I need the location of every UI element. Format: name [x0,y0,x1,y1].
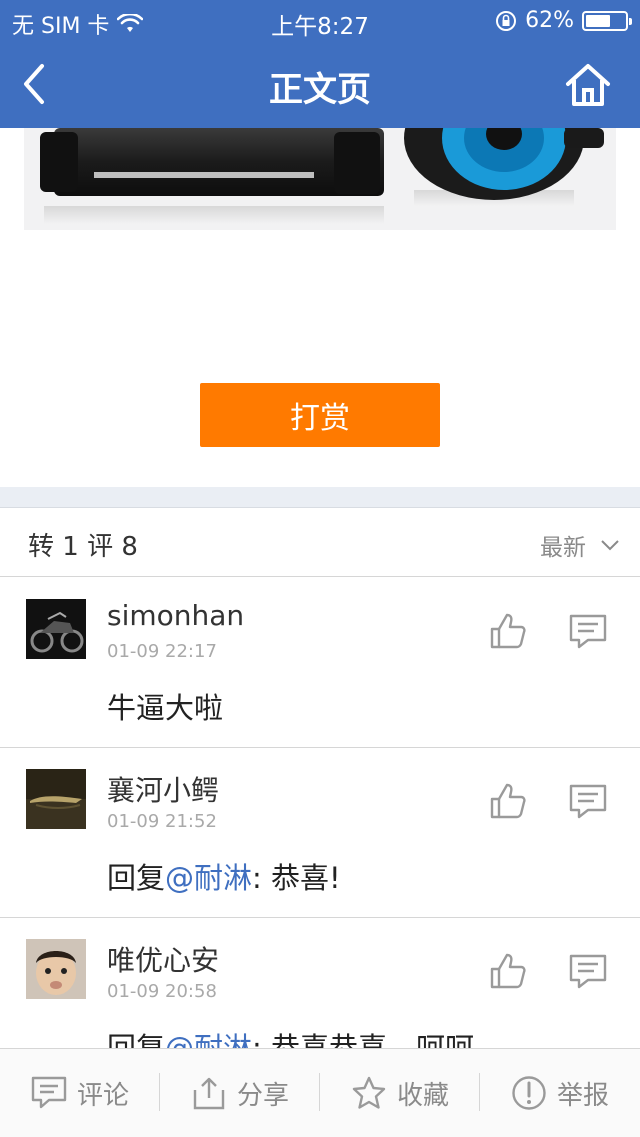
repost-comment-counts: 转 1 评 8 [28,532,138,562]
avatar[interactable] [26,769,86,829]
comment-username[interactable]: 襄河小鳄 [107,769,219,809]
comment-icon [31,1076,67,1109]
comment-button[interactable]: 评论 [0,1049,160,1137]
status-right: 62% [495,8,632,33]
avatar[interactable] [26,939,86,999]
comment-reply-icon[interactable] [568,613,608,651]
comment-prefix: 回复 [107,861,166,895]
sort-dropdown[interactable]: 最新 [540,528,620,562]
product-image [24,128,616,230]
battery-fill [586,14,610,27]
share-icon [193,1077,225,1110]
chevron-down-icon [601,540,619,551]
section-divider [0,487,640,508]
comment-content: 牛逼大啦 [107,691,224,725]
thumbs-up-icon[interactable] [488,951,528,991]
reward-button[interactable]: 打赏 [200,383,440,447]
comment-date: 01-09 20:58 [107,981,217,1002]
battery-percent: 62% [525,8,574,33]
comment-mention[interactable]: @耐淋 [165,861,252,895]
comment-text: 牛逼大啦 [107,685,223,727]
comment-date: 01-09 21:52 [107,811,217,832]
thumbs-up-icon[interactable] [488,611,528,651]
avatar[interactable] [26,599,86,659]
favorite-button[interactable]: 收藏 [320,1049,480,1137]
comment-reply-icon[interactable] [568,783,608,821]
battery-icon [582,10,632,31]
comment-date: 01-09 22:17 [107,641,217,662]
thumbs-up-icon[interactable] [488,781,528,821]
nav-bar: 正文页 [0,40,640,128]
comment-content: : 恭喜! [252,861,341,895]
ab-roller-illustration [40,128,604,224]
comment-item: simonhan 01-09 22:17 牛逼大啦 [0,577,640,748]
comment-username[interactable]: 唯优心安 [107,939,219,979]
share-button[interactable]: 分享 [160,1049,320,1137]
favorite-button-label: 收藏 [396,1080,449,1111]
rotation-lock-icon [496,10,517,31]
app-header: 无 SIM 卡 上午8:27 62% 正文页 [0,0,640,128]
comment-text: 回复@耐淋: 恭喜! [107,855,341,897]
star-icon [352,1076,386,1109]
comment-username[interactable]: simonhan [107,599,244,632]
page-title: 正文页 [269,70,371,110]
share-button-label: 分享 [236,1080,289,1111]
status-bar: 无 SIM 卡 上午8:27 62% [0,0,640,40]
warning-icon [512,1076,546,1110]
bottom-toolbar: 评论 分享 收藏 举报 [0,1048,640,1137]
report-button-label: 举报 [556,1080,609,1111]
comment-item: 襄河小鳄 01-09 21:52 回复@耐淋: 恭喜! [0,747,640,918]
sort-label: 最新 [540,535,586,561]
comments-header: 转 1 评 8 最新 [0,508,640,577]
home-icon[interactable] [564,62,612,108]
comment-button-label: 评论 [76,1080,129,1111]
comment-reply-icon[interactable] [568,953,608,991]
report-button[interactable]: 举报 [480,1049,640,1137]
